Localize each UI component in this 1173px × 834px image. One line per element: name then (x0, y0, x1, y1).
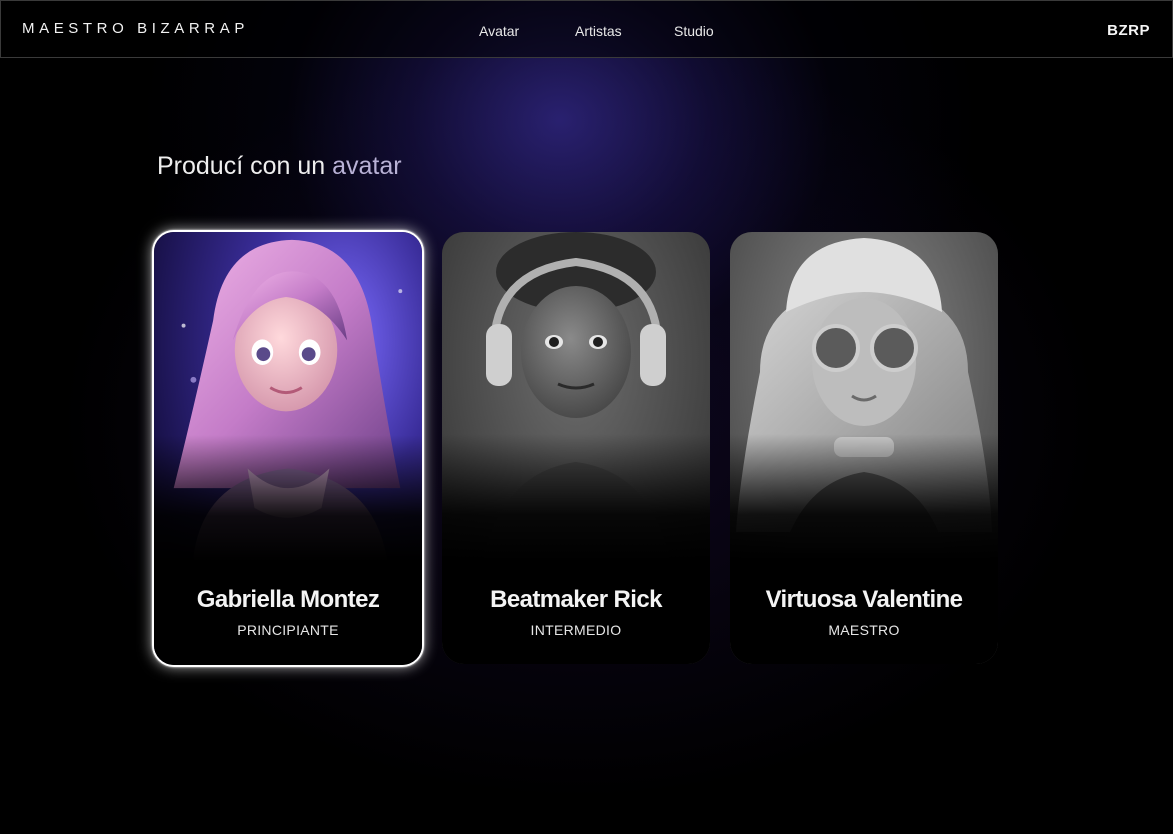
top-navigation-bar: MAESTRO BIZARRAP Avatar Artistas Studio … (0, 0, 1173, 58)
avatar-level: MAESTRO (828, 622, 900, 638)
heading-text-highlight: avatar (332, 152, 402, 180)
avatar-level: INTERMEDIO (530, 622, 622, 638)
avatar-level: PRINCIPIANTE (237, 622, 339, 638)
avatar-card-gabriella[interactable]: Gabriella Montez PRINCIPIANTE (152, 230, 424, 667)
nav-link-studio[interactable]: Studio (674, 23, 714, 39)
avatar-name: Gabriella Montez (196, 586, 380, 613)
page: MAESTRO BIZARRAP Avatar Artistas Studio … (0, 0, 1173, 834)
avatar-name: Beatmaker Rick (490, 586, 662, 613)
heading-text: Producí con un (157, 152, 326, 180)
nav-link-avatar[interactable]: Avatar (479, 23, 519, 39)
main-nav: Avatar Artistas Studio (1, 23, 1172, 39)
avatar-card-beatmaker-rick[interactable]: Beatmaker Rick INTERMEDIO (442, 232, 710, 664)
avatar-name: Virtuosa Valentine (765, 586, 963, 613)
bzrp-logo[interactable]: BZRP (1107, 22, 1150, 39)
nav-link-artistas[interactable]: Artistas (575, 23, 622, 39)
page-heading: Producí con un avatar (157, 152, 402, 181)
avatar-card-virtuosa-valentine[interactable]: Virtuosa Valentine MAESTRO (730, 232, 998, 664)
